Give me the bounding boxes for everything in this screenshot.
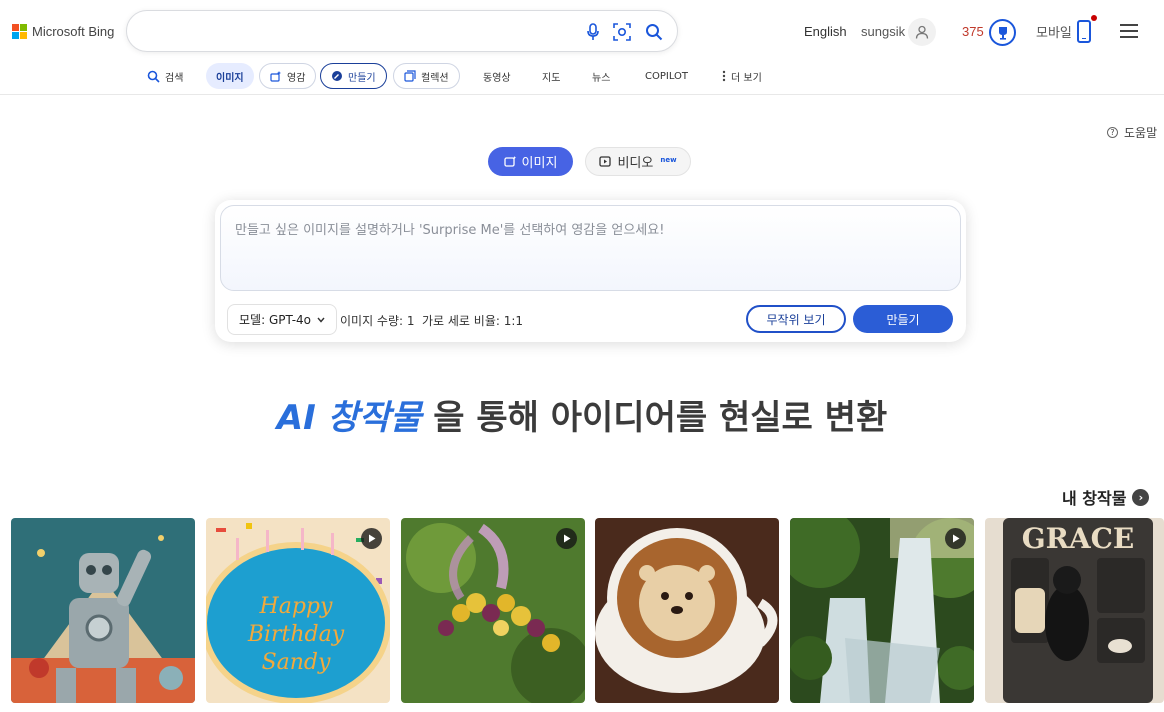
- help-label: 도움말: [1124, 126, 1158, 140]
- birthday-cake-image: Happy Birthday Sandy: [206, 518, 390, 703]
- tab-video-label: 비디오: [617, 156, 654, 171]
- new-badge: new: [660, 155, 677, 164]
- logo-text: Microsoft Bing: [32, 24, 115, 39]
- bing-logo[interactable]: Microsoft Bing: [12, 24, 114, 39]
- notification-dot: [1091, 15, 1097, 21]
- avatar-icon[interactable]: [908, 18, 936, 46]
- more-vertical-icon: [722, 70, 726, 82]
- nav-item-news[interactable]: 뉴스: [582, 63, 620, 89]
- nav-label: COPILOT: [645, 70, 689, 82]
- headline-highlight: AI 창작물: [276, 398, 422, 438]
- cake-text-line-1: Happy: [259, 594, 333, 619]
- search-box[interactable]: [126, 10, 678, 52]
- nav-item-inspiration[interactable]: 영감: [259, 63, 317, 89]
- play-icon: [556, 528, 577, 549]
- my-creations-link[interactable]: 내 창작물 ›: [1062, 485, 1150, 509]
- nav-item-collections[interactable]: 컬렉션: [393, 63, 460, 89]
- aspect-ratio[interactable]: 가로 세로 비율: 1:1: [422, 312, 523, 329]
- nav-label: 검색: [165, 72, 184, 84]
- nav-label: 지도: [542, 72, 561, 84]
- chevron-right-icon: ›: [1132, 488, 1150, 506]
- rewards-points[interactable]: 375: [962, 24, 984, 39]
- search-icon: [147, 70, 160, 83]
- cake-text-line-2: Birthday: [247, 622, 345, 647]
- retro-robot-image: [11, 518, 195, 703]
- video-create-icon: [599, 156, 612, 167]
- my-creations-label: 내 창작물: [1062, 489, 1127, 508]
- prompt-card: 만들고 싶은 이미지를 설명하거나 'Surprise Me'를 선택하여 영감…: [215, 200, 966, 342]
- surprise-me-button[interactable]: 무작위 보기: [746, 305, 846, 333]
- create-icon: [332, 71, 342, 81]
- play-icon: [361, 528, 382, 549]
- prompt-placeholder: 만들고 싶은 이미지를 설명하거나 'Surprise Me'를 선택하여 영감…: [235, 223, 665, 238]
- gallery-tile-flower[interactable]: [401, 518, 585, 703]
- model-label: 모델: GPT-4o: [239, 313, 312, 327]
- search-input[interactable]: [145, 21, 575, 43]
- nav-label: 영감: [287, 72, 306, 84]
- inspiration-icon: [270, 71, 281, 82]
- tab-image[interactable]: 이미지: [488, 147, 573, 176]
- microsoft-logo-icon: [12, 24, 27, 39]
- gallery-tile-grace[interactable]: GRACE: [985, 518, 1164, 703]
- grace-dog-image: GRACE: [985, 518, 1164, 703]
- create-button[interactable]: 만들기: [853, 305, 953, 333]
- nav-item-copilot[interactable]: COPILOT: [635, 63, 698, 89]
- vertical-nav: 검색 이미지 영감 만들기 컬렉션 동영상 지도 뉴스 COPILOT 더 보기: [0, 62, 1164, 95]
- page-headline: AI 창작물 을 통해 아이디어를 현실로 변환: [0, 390, 1164, 439]
- gallery-tile-robot[interactable]: [11, 518, 195, 703]
- nav-label: 더 보기: [731, 72, 762, 84]
- nav-label: 컬렉션: [421, 72, 449, 84]
- mobile-label[interactable]: 모바일: [1036, 22, 1072, 41]
- nav-label: 동영상: [483, 72, 511, 84]
- phone-icon[interactable]: [1077, 20, 1091, 43]
- play-icon: [945, 528, 966, 549]
- prompt-input[interactable]: 만들고 싶은 이미지를 설명하거나 'Surprise Me'를 선택하여 영감…: [220, 205, 961, 291]
- nav-item-images[interactable]: 이미지: [206, 63, 254, 89]
- grace-sign-text: GRACE: [1022, 522, 1135, 555]
- image-count[interactable]: 이미지 수량: 1: [340, 312, 415, 329]
- nav-item-create[interactable]: 만들기: [320, 63, 387, 89]
- language-link[interactable]: English: [804, 24, 847, 39]
- help-icon: ?: [1107, 127, 1118, 138]
- nav-label: 이미지: [216, 72, 244, 84]
- microphone-icon[interactable]: [583, 22, 603, 42]
- tab-image-label: 이미지: [521, 156, 558, 171]
- visual-search-icon[interactable]: [612, 22, 632, 42]
- nav-item-maps[interactable]: 지도: [532, 63, 570, 89]
- waterfall-image: [790, 518, 974, 703]
- nav-label: 뉴스: [592, 72, 611, 84]
- nav-item-videos[interactable]: 동영상: [473, 63, 521, 89]
- header: Microsoft Bing English sungsik 375 모바일: [0, 0, 1164, 62]
- nav-label: 만들기: [348, 72, 376, 84]
- username[interactable]: sungsik: [861, 24, 905, 39]
- collection-icon: [404, 70, 416, 82]
- headline-rest: 을 통해 아이디어를 현실로 변환: [433, 398, 888, 438]
- hamburger-menu-icon[interactable]: [1120, 24, 1138, 38]
- tab-video[interactable]: 비디오 new: [585, 147, 691, 176]
- otter-latte-image: [595, 518, 779, 703]
- gallery-tile-waterfall[interactable]: [790, 518, 974, 703]
- nav-item-search[interactable]: 검색: [137, 63, 193, 89]
- search-icon[interactable]: [644, 22, 664, 42]
- gallery-tile-birthday-cake[interactable]: Happy Birthday Sandy: [206, 518, 390, 703]
- nav-item-more[interactable]: 더 보기: [712, 63, 772, 89]
- chevron-down-icon: [317, 317, 325, 323]
- model-select[interactable]: 모델: GPT-4o: [227, 304, 338, 335]
- rewards-trophy-icon[interactable]: [989, 19, 1016, 46]
- image-create-icon: [503, 156, 516, 167]
- gallery-tile-latte[interactable]: [595, 518, 779, 703]
- help-link[interactable]: ? 도움말: [1107, 124, 1157, 141]
- cake-text-line-3: Sandy: [262, 650, 331, 675]
- flower-hummingbird-image: [401, 518, 585, 703]
